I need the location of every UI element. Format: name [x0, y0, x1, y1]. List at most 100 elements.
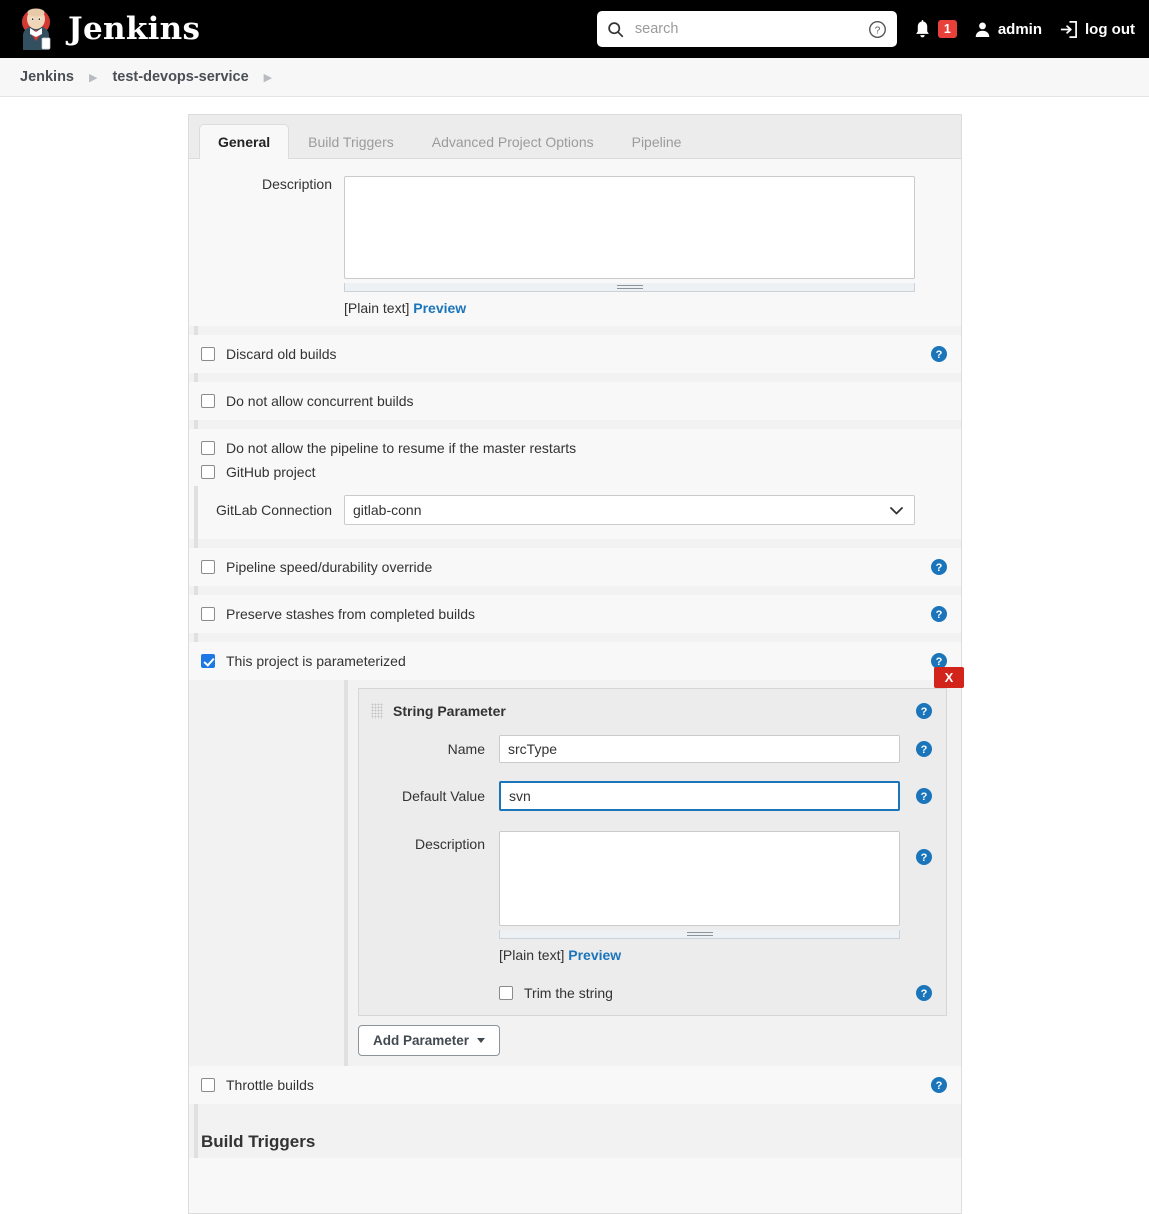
- brand-home-link[interactable]: Jenkins: [16, 8, 200, 50]
- svg-text:?: ?: [875, 25, 881, 36]
- gitlab-connection-row: GitLab Connection gitlab-conn: [189, 486, 961, 539]
- user-name: admin: [997, 20, 1043, 38]
- help-icon[interactable]: ?: [931, 1077, 947, 1093]
- help-icon[interactable]: ?: [916, 703, 932, 719]
- help-icon[interactable]: ?: [931, 559, 947, 575]
- svg-text:?: ?: [921, 988, 928, 1000]
- parameter-description-resize-handle[interactable]: [499, 930, 900, 939]
- parameter-name-input[interactable]: [499, 735, 900, 763]
- help-icon[interactable]: ?: [916, 788, 932, 804]
- svg-text:?: ?: [936, 609, 943, 621]
- add-parameter-button[interactable]: Add Parameter: [358, 1025, 501, 1056]
- option-row-github-project: GitHub project: [189, 460, 961, 486]
- gitlab-connection-label: GitLab Connection: [216, 502, 332, 518]
- config-tabbar: General Build Triggers Advanced Project …: [189, 115, 961, 159]
- parameter-description-preview-link[interactable]: Preview: [568, 947, 621, 963]
- add-parameter-label: Add Parameter: [373, 1033, 470, 1048]
- option-label: Do not allow concurrent builds: [226, 393, 414, 409]
- parameter-trim-row: Trim the string ?: [359, 985, 946, 1001]
- option-row-throttle-builds: Throttle builds ?: [189, 1066, 961, 1104]
- parameter-description-label: Description: [414, 836, 485, 852]
- person-icon: [975, 22, 990, 37]
- checkbox-project-parameterized[interactable]: [201, 654, 215, 668]
- tab-advanced-project-options[interactable]: Advanced Project Options: [413, 124, 613, 158]
- tab-general[interactable]: General: [199, 124, 290, 159]
- help-icon[interactable]: ?: [916, 849, 932, 865]
- description-label: Description: [261, 176, 332, 192]
- string-parameter-header: String Parameter ?: [359, 701, 946, 721]
- chevron-right-icon: ▶: [89, 71, 98, 84]
- option-label: Pipeline speed/durability override: [226, 559, 433, 575]
- parameter-name-row: Name ?: [359, 735, 946, 763]
- logout-button[interactable]: log out: [1059, 20, 1135, 39]
- general-form: Description [Plain text] Preview Discard: [189, 159, 964, 1162]
- help-icon[interactable]: ?: [931, 346, 947, 362]
- option-label: Throttle builds: [226, 1077, 314, 1093]
- divider-strip: [189, 1104, 961, 1118]
- logout-icon: [1060, 20, 1077, 38]
- bell-icon[interactable]: [914, 19, 931, 39]
- option-row-no-concurrent-builds: Do not allow concurrent builds: [189, 382, 961, 420]
- parameter-default-value-row: Default Value ?: [359, 781, 946, 811]
- help-icon[interactable]: ?: [916, 741, 932, 757]
- svg-text:?: ?: [921, 706, 928, 718]
- parameters-main: X String Parameter ? Name srcType ? Defa…: [344, 667, 964, 1066]
- tab-build-triggers[interactable]: Build Triggers: [289, 124, 413, 158]
- svg-text:?: ?: [936, 562, 943, 574]
- checkbox-no-resume-on-master-restart[interactable]: [201, 441, 215, 455]
- checkbox-trim-the-string[interactable]: [499, 986, 513, 1000]
- parameter-default-value-input[interactable]: [499, 781, 900, 811]
- masthead: Jenkins ? 1: [0, 0, 1149, 58]
- description-markup-note: [Plain text] Preview: [344, 300, 915, 316]
- user-menu[interactable]: admin: [974, 21, 1042, 38]
- drag-handle-icon[interactable]: [371, 703, 383, 719]
- checkbox-github-project[interactable]: [201, 465, 215, 479]
- tab-pipeline[interactable]: Pipeline: [613, 124, 701, 158]
- caret-down-icon: [477, 1038, 486, 1043]
- search-input[interactable]: [632, 20, 859, 38]
- checkbox-no-concurrent-builds[interactable]: [201, 394, 215, 408]
- breadcrumb: Jenkins ▶ test-devops-service ▶: [0, 58, 1149, 97]
- search-box[interactable]: ?: [596, 11, 897, 47]
- option-label: Discard old builds: [226, 346, 337, 362]
- svg-text:?: ?: [921, 744, 928, 756]
- divider-strip: [189, 373, 961, 382]
- plain-text-label: [Plain text]: [344, 300, 410, 316]
- svg-text:?: ?: [936, 349, 943, 361]
- breadcrumb-item-jenkins[interactable]: Jenkins: [20, 69, 74, 85]
- help-circle-icon[interactable]: ?: [868, 20, 887, 39]
- notification-count-badge: 1: [937, 20, 957, 38]
- description-preview-link[interactable]: Preview: [413, 300, 466, 316]
- option-row-preserve-stashes: Preserve stashes from completed builds ?: [189, 595, 961, 633]
- gitlab-connection-select[interactable]: gitlab-conn: [344, 495, 915, 525]
- delete-parameter-button[interactable]: X: [934, 667, 964, 688]
- build-triggers-section: Build Triggers: [189, 1118, 961, 1158]
- svg-text:?: ?: [936, 656, 943, 668]
- divider-strip: [189, 420, 961, 429]
- checkbox-pipeline-speed-override[interactable]: [201, 560, 215, 574]
- description-textarea[interactable]: [344, 176, 915, 279]
- chevron-right-icon: ▶: [263, 71, 273, 84]
- option-label: GitHub project: [226, 464, 316, 480]
- parameter-description-markup-note: [Plain text] Preview: [499, 947, 900, 963]
- notifications[interactable]: 1: [914, 19, 957, 39]
- checkbox-discard-old-builds[interactable]: [201, 347, 215, 361]
- description-resize-handle[interactable]: [344, 283, 915, 292]
- divider-strip: [189, 326, 961, 335]
- help-icon[interactable]: ?: [916, 985, 932, 1001]
- checkbox-preserve-stashes[interactable]: [201, 607, 215, 621]
- option-row-pipeline-speed-override: Pipeline speed/durability override ?: [189, 548, 961, 586]
- option-label: Preserve stashes from completed builds: [226, 606, 475, 622]
- string-parameter-card: X String Parameter ? Name srcType ? Defa…: [358, 667, 964, 1016]
- trim-label: Trim the string: [524, 985, 613, 1001]
- build-triggers-heading: Build Triggers: [201, 1132, 316, 1151]
- parameter-description-textarea[interactable]: [499, 831, 900, 926]
- checkbox-throttle-builds[interactable]: [201, 1078, 215, 1092]
- divider-strip: [189, 539, 961, 548]
- divider-strip: [189, 586, 961, 595]
- help-icon[interactable]: ?: [931, 606, 947, 622]
- breadcrumb-item-job[interactable]: test-devops-service: [112, 69, 248, 85]
- parameter-default-value-label: Default Value: [401, 788, 485, 804]
- parameters-gutter: [189, 680, 344, 1066]
- jenkins-butler-logo: [22, 8, 51, 50]
